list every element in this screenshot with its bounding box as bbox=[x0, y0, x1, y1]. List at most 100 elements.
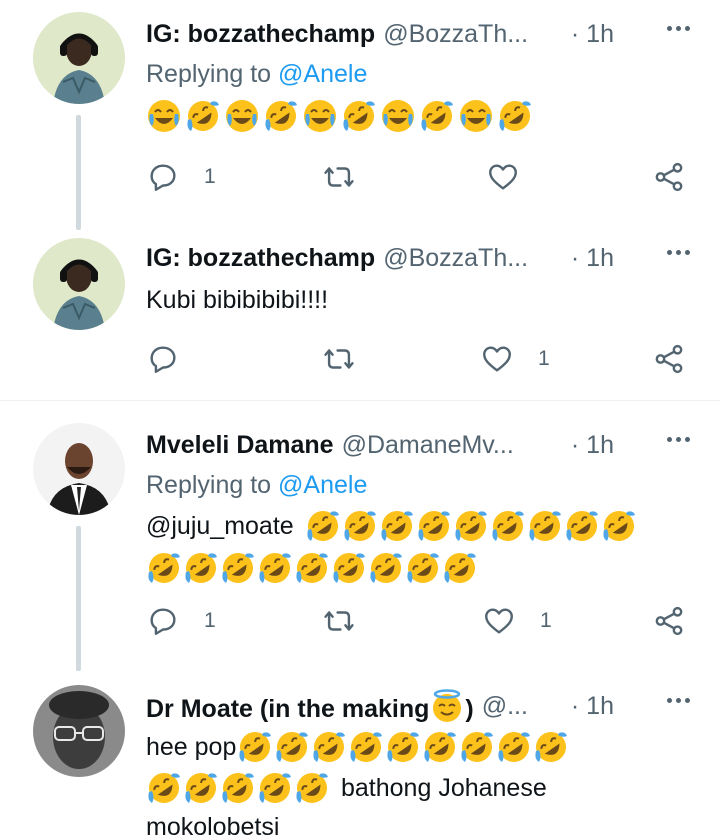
rofl-emoji bbox=[331, 550, 367, 586]
tweet-1[interactable]: IG: bozzathechamp @BozzaTh... · 1h Reply… bbox=[0, 0, 720, 230]
heart-icon bbox=[485, 608, 513, 634]
retweet-icon bbox=[324, 167, 354, 187]
rofl-emoji bbox=[146, 770, 182, 806]
avatar[interactable] bbox=[33, 238, 125, 330]
joy-emoji bbox=[146, 98, 182, 134]
mention-link[interactable]: @juju_moate bbox=[146, 508, 294, 545]
rofl-emoji bbox=[453, 508, 489, 544]
avatar[interactable] bbox=[33, 12, 125, 104]
like-button[interactable] bbox=[486, 160, 544, 194]
rofl-emoji bbox=[379, 508, 415, 544]
tweet-text: bathong Johanese bbox=[341, 773, 547, 802]
rofl-emoji bbox=[496, 729, 532, 765]
rofl-emoji bbox=[294, 770, 330, 806]
tweet-text-line-2 bbox=[146, 547, 700, 589]
author-name[interactable]: Mveleli Damane bbox=[146, 431, 334, 460]
heart-icon bbox=[483, 346, 511, 372]
thread-line bbox=[76, 526, 81, 671]
share-icon bbox=[655, 606, 683, 636]
joy-emoji bbox=[380, 98, 416, 134]
author-handle[interactable]: @BozzaTh... bbox=[383, 244, 528, 273]
rofl-emoji bbox=[237, 729, 273, 765]
thread-line bbox=[76, 115, 81, 230]
tweet-2[interactable]: IG: bozzathechamp @BozzaTh... · 1h Kubi … bbox=[0, 230, 720, 400]
rofl-emoji bbox=[497, 98, 533, 134]
reply-count: 1 bbox=[204, 165, 216, 188]
retweet-button[interactable] bbox=[322, 604, 380, 638]
rofl-emoji bbox=[564, 508, 600, 544]
avatar[interactable] bbox=[33, 423, 125, 515]
reply-button[interactable]: 1 bbox=[146, 604, 216, 638]
timestamp[interactable]: · 1h bbox=[571, 431, 614, 460]
rofl-emoji bbox=[274, 729, 310, 765]
share-icon bbox=[655, 162, 683, 192]
reply-mention-link[interactable]: @Anele bbox=[278, 471, 367, 499]
rofl-emoji bbox=[257, 770, 293, 806]
rofl-emoji bbox=[305, 508, 341, 544]
halo-emoji bbox=[429, 688, 465, 724]
author-name[interactable]: IG: bozzathechamp bbox=[146, 20, 375, 49]
joy-emoji bbox=[224, 98, 260, 134]
reply-count: 1 bbox=[204, 609, 216, 632]
rofl-emoji bbox=[601, 508, 637, 544]
reply-icon bbox=[150, 608, 176, 635]
author-handle[interactable]: @DamaneMv... bbox=[342, 431, 514, 460]
rofl-emoji bbox=[533, 729, 569, 765]
rofl-emoji bbox=[257, 550, 293, 586]
rofl-emoji bbox=[527, 508, 563, 544]
share-button[interactable] bbox=[652, 342, 686, 376]
timestamp[interactable]: · 1h bbox=[571, 244, 614, 273]
retweet-icon bbox=[324, 349, 354, 369]
retweet-button[interactable] bbox=[322, 160, 380, 194]
rofl-emoji bbox=[405, 550, 441, 586]
share-icon bbox=[655, 344, 683, 374]
more-icon[interactable] bbox=[667, 26, 690, 31]
more-icon[interactable] bbox=[667, 698, 690, 703]
share-button[interactable] bbox=[652, 604, 686, 638]
tweet-4[interactable]: Dr Moate (in the making) @... · 1h hee p… bbox=[0, 671, 720, 839]
reply-icon bbox=[150, 346, 176, 373]
avatar[interactable] bbox=[33, 685, 125, 777]
tweet-text-line-1: @juju_moate bbox=[146, 505, 700, 547]
rofl-emoji bbox=[385, 729, 421, 765]
replying-to: Replying to @Anele bbox=[146, 60, 368, 88]
more-icon[interactable] bbox=[667, 250, 690, 255]
author-handle[interactable]: @BozzaTh... bbox=[383, 20, 528, 49]
like-button[interactable]: 1 bbox=[482, 604, 552, 638]
rofl-emoji bbox=[183, 770, 219, 806]
rofl-emoji bbox=[185, 98, 221, 134]
tweet-text: mokolobetsi bbox=[146, 813, 280, 839]
like-button[interactable]: 1 bbox=[480, 342, 550, 376]
rofl-emoji bbox=[490, 508, 526, 544]
timestamp[interactable]: · 1h bbox=[571, 692, 614, 721]
rofl-emoji bbox=[311, 729, 347, 765]
rofl-emoji bbox=[368, 550, 404, 586]
retweet-icon bbox=[324, 611, 354, 631]
author-name[interactable]: Dr Moate (in the making) bbox=[146, 688, 474, 724]
reply-button[interactable]: 1 bbox=[146, 160, 216, 194]
replying-to: Replying to @Anele bbox=[146, 471, 368, 499]
share-button[interactable] bbox=[652, 160, 686, 194]
rofl-emoji bbox=[146, 550, 182, 586]
like-count: 1 bbox=[538, 347, 550, 370]
reply-mention-link[interactable]: @Anele bbox=[278, 60, 367, 88]
retweet-button[interactable] bbox=[322, 342, 380, 376]
tweet-3[interactable]: Mveleli Damane @DamaneMv... · 1h Replyin… bbox=[0, 401, 720, 671]
author-handle[interactable]: @... bbox=[482, 692, 528, 721]
joy-emoji bbox=[458, 98, 494, 134]
emoji-row bbox=[146, 94, 700, 138]
rofl-emoji bbox=[459, 729, 495, 765]
rofl-emoji bbox=[342, 508, 378, 544]
rofl-emoji bbox=[422, 729, 458, 765]
like-count: 1 bbox=[540, 609, 552, 632]
rofl-emoji bbox=[341, 98, 377, 134]
timestamp[interactable]: · 1h bbox=[571, 20, 614, 49]
more-icon[interactable] bbox=[667, 437, 690, 442]
reply-icon bbox=[150, 164, 176, 191]
reply-button[interactable] bbox=[146, 342, 204, 376]
rofl-emoji bbox=[442, 550, 478, 586]
tweet-text: Kubi bibibibibi!!!! bbox=[146, 286, 329, 314]
tweet-text-line-2: bathong Johanese bbox=[146, 768, 700, 808]
rofl-emoji bbox=[348, 729, 384, 765]
author-name[interactable]: IG: bozzathechamp bbox=[146, 244, 375, 273]
